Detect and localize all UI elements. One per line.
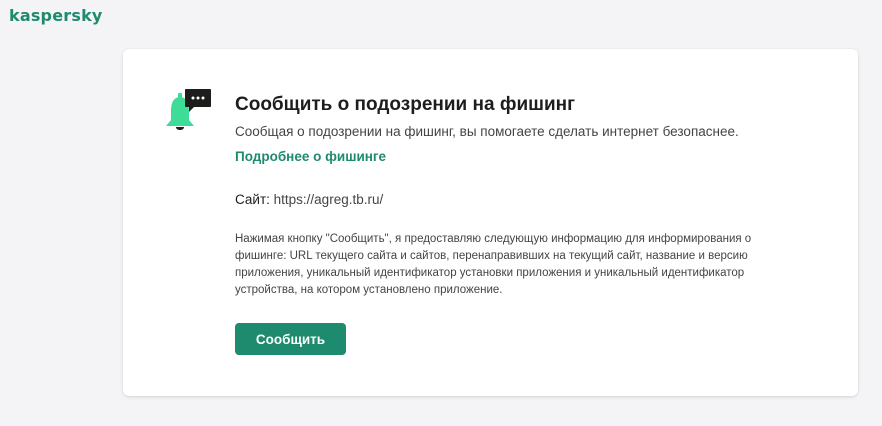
site-label: Сайт: xyxy=(235,192,270,207)
report-button[interactable]: Сообщить xyxy=(235,323,346,355)
page-title: Сообщить о подозрении на фишинг xyxy=(235,94,576,115)
report-content: Сообщить о подозрении на фишинг Сообщая … xyxy=(235,93,835,355)
report-phishing-card: Сообщить о подозрении на фишинг Сообщая … xyxy=(123,49,858,396)
site-url: https://agreg.tb.ru/ xyxy=(273,192,384,207)
site-row: Сайт: https://agreg.tb.ru/ xyxy=(235,191,835,209)
disclaimer-text: Нажимая кнопку "Сообщить", я предоставля… xyxy=(235,233,752,296)
learn-more-phishing-link[interactable]: Подробнее о фишинге xyxy=(235,148,386,166)
kaspersky-logo: kaspersky xyxy=(9,6,103,25)
phishing-bell-icon xyxy=(163,87,213,135)
page-subtitle: Сообщая о подозрении на фишинг, вы помог… xyxy=(235,124,739,139)
